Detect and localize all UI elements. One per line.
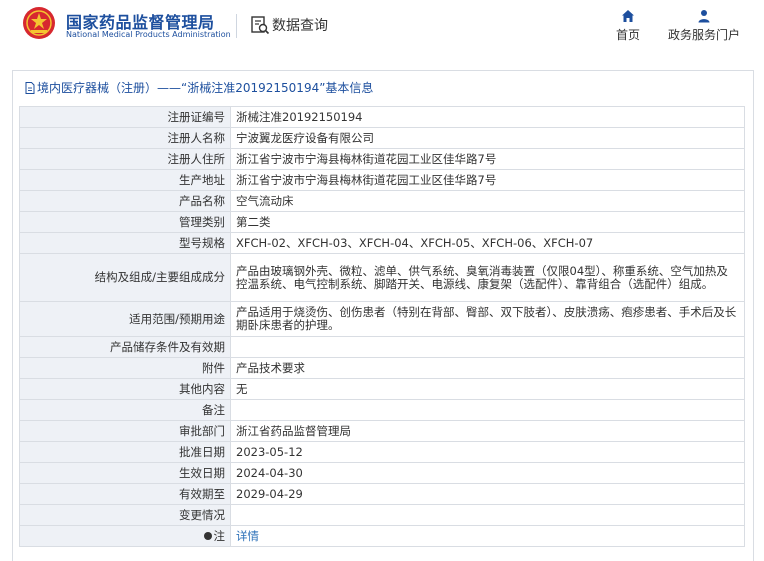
table-row: 审批部门 浙江省药品监督管理局 — [19, 420, 745, 442]
field-label: 审批部门 — [19, 420, 231, 442]
nav-home-label: 首页 — [615, 28, 640, 42]
nav-home[interactable]: 首页 — [611, 9, 645, 43]
field-value: 详情 — [230, 525, 745, 547]
field-label: 批准日期 — [19, 441, 231, 463]
table-row: 变更情况 — [19, 504, 745, 526]
table-row: 适用范围/预期用途 产品适用于烧烫伤、创伤患者（特别在背部、臀部、双下肢者）、皮肤… — [19, 301, 745, 337]
data-query-label[interactable]: 数据查询 — [272, 15, 328, 35]
document-icon — [25, 82, 35, 94]
table-row: 注册人住所 浙江省宁波市宁海县梅林街道花园工业区佳华路7号 — [19, 148, 745, 170]
table-row: 附件 产品技术要求 — [19, 357, 745, 379]
home-icon — [622, 10, 634, 22]
details-link[interactable]: 详情 — [236, 529, 259, 543]
site-name-en: National Medical Products Administration — [66, 30, 231, 39]
dot-icon — [203, 531, 212, 540]
site-header: 国家药品监督管理局 National Medical Products Admi… — [0, 0, 764, 52]
breadcrumb-category[interactable]: 境内医疗器械（注册） — [37, 81, 157, 95]
field-label: 注册人住所 — [19, 148, 231, 170]
field-value — [230, 399, 745, 421]
field-label: 生产地址 — [19, 169, 231, 191]
field-label: 有效期至 — [19, 483, 231, 505]
table-row: 注 详情 — [19, 525, 745, 547]
breadcrumb-title: “浙械注准20192150194”基本信息 — [181, 81, 374, 95]
table-row: 批准日期 2023-05-12 — [19, 441, 745, 463]
field-label: 备注 — [19, 399, 231, 421]
table-row: 产品名称 空气流动床 — [19, 190, 745, 212]
field-label: 管理类别 — [19, 211, 231, 233]
field-value: XFCH-02、XFCH-03、XFCH-04、XFCH-05、XFCH-06、… — [230, 232, 745, 254]
table-row: 注册证编号 浙械注准20192150194 — [19, 106, 745, 128]
nav-portal-label: 政务服务门户 — [667, 28, 740, 42]
field-label: 产品储存条件及有效期 — [19, 336, 231, 358]
table-row: 生产地址 浙江省宁波市宁海县梅林街道花园工业区佳华路7号 — [19, 169, 745, 191]
field-label: 注册证编号 — [19, 106, 231, 128]
field-label: 生效日期 — [19, 462, 231, 484]
table-row: 产品储存条件及有效期 — [19, 336, 745, 358]
field-label-note: 注 — [19, 525, 231, 547]
table-row: 生效日期 2024-04-30 — [19, 462, 745, 484]
table-row: 结构及组成/主要组成成分 产品由玻璃钢外壳、微粒、滤单、供气系统、臭氧消毒装置（仅… — [19, 253, 745, 302]
field-value: 浙江省宁波市宁海县梅林街道花园工业区佳华路7号 — [230, 169, 745, 191]
field-value: 浙械注准20192150194 — [230, 106, 745, 128]
field-label: 型号规格 — [19, 232, 231, 254]
field-value: 2023-05-12 — [230, 441, 745, 463]
breadcrumb: 境内医疗器械（注册）——“浙械注准20192150194”基本信息 — [25, 79, 373, 96]
nav-service-portal[interactable]: 政务服务门户 — [664, 9, 744, 43]
field-label: 适用范围/预期用途 — [19, 301, 231, 337]
header-divider — [236, 14, 237, 38]
table-row: 备注 — [19, 399, 745, 421]
field-value: 浙江省药品监督管理局 — [230, 420, 745, 442]
field-label: 结构及组成/主要组成成分 — [19, 253, 231, 302]
table-row: 注册人名称 宁波翼龙医疗设备有限公司 — [19, 127, 745, 149]
field-value — [230, 336, 745, 358]
field-value: 产品由玻璃钢外壳、微粒、滤单、供气系统、臭氧消毒装置（仅限04型）、称重系统、空… — [230, 253, 745, 302]
field-label: 其他内容 — [19, 378, 231, 400]
table-row: 型号规格 XFCH-02、XFCH-03、XFCH-04、XFCH-05、XFCH… — [19, 232, 745, 254]
document-search-icon — [251, 16, 270, 35]
field-label: 附件 — [19, 357, 231, 379]
field-value: 产品技术要求 — [230, 357, 745, 379]
breadcrumb-separator: —— — [157, 81, 182, 95]
note-label: 注 — [213, 528, 226, 543]
field-label: 注册人名称 — [19, 127, 231, 149]
national-emblem-icon — [23, 7, 55, 39]
field-value: 空气流动床 — [230, 190, 745, 212]
field-value — [230, 504, 745, 526]
field-value: 浙江省宁波市宁海县梅林街道花园工业区佳华路7号 — [230, 148, 745, 170]
table-row: 管理类别 第二类 — [19, 211, 745, 233]
field-label: 变更情况 — [19, 504, 231, 526]
registration-info-table: 注册证编号 浙械注准20192150194 注册人名称 宁波翼龙医疗设备有限公司 注… — [19, 106, 745, 547]
field-value: 宁波翼龙医疗设备有限公司 — [230, 127, 745, 149]
field-label: 产品名称 — [19, 190, 231, 212]
field-value: 2029-04-29 — [230, 483, 745, 505]
detail-panel: 境内医疗器械（注册）——“浙械注准20192150194”基本信息 注册证编号浙… — [12, 70, 754, 561]
user-icon — [698, 10, 710, 23]
field-value: 产品适用于烧烫伤、创伤患者（特别在背部、臀部、双下肢者）、皮肤溃疡、疱疹患者、手… — [230, 301, 745, 337]
table-row: 其他内容无 — [19, 378, 745, 400]
field-value: 第二类 — [230, 211, 745, 233]
table-row: 有效期至 2029-04-29 — [19, 483, 745, 505]
field-value: 无 — [230, 378, 745, 400]
field-value: 2024-04-30 — [230, 462, 745, 484]
